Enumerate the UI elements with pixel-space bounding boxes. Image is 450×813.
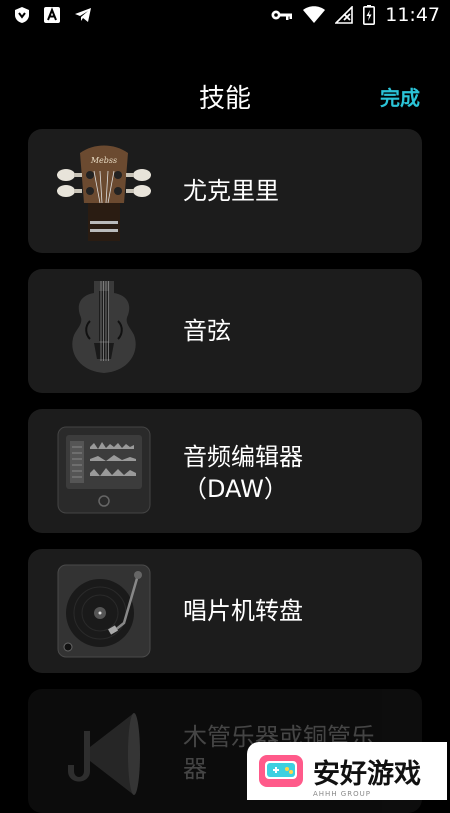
turntable-icon xyxy=(57,564,151,658)
game-controller-icon xyxy=(259,755,303,787)
skill-label-daw-line1: 音频编辑器 xyxy=(183,443,303,471)
skill-card-daw[interactable]: 音频编辑器 （DAW） xyxy=(28,409,422,533)
watermark-text: 安好游戏 xyxy=(313,758,421,790)
ukulele-icon: Mebss xyxy=(57,145,151,241)
key-icon xyxy=(271,10,293,20)
skill-label-strings: 音弦 xyxy=(183,317,231,345)
watermark-badge: 安好游戏 AHHH GROUP xyxy=(247,742,447,800)
status-bar: 11:47 xyxy=(0,0,450,30)
done-button[interactable]: 完成 xyxy=(380,82,420,111)
daw-tablet-icon xyxy=(57,426,151,514)
skill-label-turntable: 唱片机转盘 xyxy=(183,597,303,625)
violin-icon xyxy=(72,281,136,373)
skill-label-ukulele: 尤克里里 xyxy=(183,177,279,205)
watermark-subtext: AHHH GROUP xyxy=(313,790,371,798)
status-time: 11:47 xyxy=(385,4,440,26)
no-signal-icon xyxy=(335,6,354,24)
skill-label-daw-line2: （DAW） xyxy=(183,475,288,503)
shield-icon xyxy=(15,7,29,23)
battery-charging-icon xyxy=(363,5,376,25)
skill-card-strings[interactable]: 音弦 xyxy=(28,269,422,393)
svg-text:Mebss: Mebss xyxy=(90,156,117,165)
skill-card-turntable[interactable]: 唱片机转盘 xyxy=(28,549,422,673)
skill-card-ukulele[interactable]: Mebss 尤克里里 xyxy=(28,129,422,253)
horn-icon xyxy=(68,713,140,795)
skill-label-daw: 音频编辑器 （DAW） xyxy=(183,441,303,505)
telegram-icon xyxy=(75,8,91,22)
app-a-icon xyxy=(44,7,60,23)
wifi-icon xyxy=(303,6,326,23)
